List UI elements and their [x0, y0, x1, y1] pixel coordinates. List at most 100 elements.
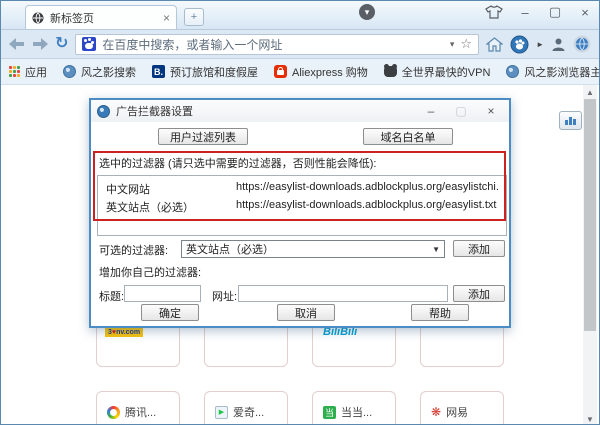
iqiyi-icon: ▶ [215, 405, 228, 419]
bookmark-fzy-search[interactable]: 风之影搜索 [63, 64, 136, 80]
speed-dial-tile[interactable] [204, 323, 288, 367]
bookmark-star-icon[interactable]: ☆ [460, 36, 472, 52]
bookmark-label: 应用 [25, 66, 47, 79]
bars-icon [565, 117, 576, 125]
forward-button[interactable] [32, 38, 48, 50]
address-bar[interactable]: 在百度中搜索，或者输入一个网址 ▾ ☆ [75, 33, 480, 55]
bookmark-homepage[interactable]: 风之影浏览器主页 [506, 64, 599, 80]
refresh-button[interactable]: ↻ [55, 36, 68, 52]
scrollbar-thumb[interactable] [584, 99, 596, 331]
url-input[interactable] [238, 285, 448, 302]
url-field-label: 网址: [212, 291, 238, 303]
add-filter-button[interactable]: 添加 [453, 240, 505, 257]
window-maximize-button[interactable]: ▢ [547, 4, 563, 20]
globe-icon [506, 65, 520, 78]
plus-icon: + [190, 11, 198, 23]
domain-whitelist-button[interactable]: 域名白名单 [363, 128, 453, 145]
bookmark-label: 风之影浏览器主页 [524, 66, 599, 79]
title-input[interactable] [124, 285, 201, 302]
theme-tshirt-icon[interactable] [485, 5, 503, 19]
bookmark-apps[interactable]: 应用 [9, 64, 47, 80]
address-placeholder-text: 在百度中搜索，或者输入一个网址 [102, 37, 283, 52]
filter-name: 英文站点（必选） [106, 202, 194, 214]
available-filters-dropdown[interactable]: 英文站点（必选） ▼ [181, 240, 445, 258]
speed-dial-tile[interactable]: BiliBili [312, 323, 396, 367]
tile-label: 网易 [446, 407, 469, 419]
dangdang-icon: 当 [323, 405, 336, 419]
apps-grid-icon [9, 66, 20, 77]
filter-name: 中文网站 [106, 184, 150, 196]
dropdown-selected-value: 英文站点（必选） [186, 244, 274, 256]
browser-logo-icon[interactable] [510, 35, 529, 54]
title-field-label: 标题: [99, 291, 125, 303]
browser-window: 新标签页 × + ▾ – ▢ × ↻ 在百度中搜索，或者输入一个网址 ▾ ☆ ►… [0, 0, 600, 425]
dialog-globe-icon [97, 104, 110, 118]
profile-button[interactable] [551, 37, 566, 52]
back-button[interactable] [9, 38, 25, 50]
bookmark-label: 全世界最快的VPN [401, 66, 491, 79]
tab-close-icon[interactable]: × [163, 11, 170, 25]
tile-label: 当当... [341, 407, 373, 419]
collapse-toolbar-icon[interactable]: ▾ [359, 4, 375, 20]
filter-row-chinese[interactable]: 中文网站 https://easylist-downloads.adblockp… [106, 181, 498, 196]
speed-dial-tile-dangdang[interactable]: 当 当当... [312, 391, 396, 424]
cancel-button[interactable]: 取消 [277, 304, 335, 321]
globe-icon [63, 65, 76, 78]
settings-globe-icon[interactable] [573, 35, 591, 53]
home-button[interactable] [486, 36, 504, 52]
new-tab-button[interactable]: + [184, 8, 204, 26]
window-close-button[interactable]: × [577, 5, 593, 20]
bookmarks-bar: 应用 风之影搜索 B. 预订旅馆和度假屋 Aliexpress 购物 全世界最快… [1, 59, 599, 85]
bookmark-label: 风之影搜索 [81, 66, 136, 79]
netease-icon: ❋ [431, 405, 442, 419]
navigation-toolbar: ↻ 在百度中搜索，或者输入一个网址 ▾ ☆ ► [1, 30, 599, 59]
tab-favicon-globe-icon [32, 12, 44, 23]
scroll-down-icon[interactable]: ▼ [583, 412, 597, 424]
ok-button[interactable]: 确定 [141, 304, 199, 321]
address-dropdown-icon[interactable]: ▾ [450, 39, 455, 50]
speed-dial-tile-netease[interactable]: ❋ 网易 [420, 391, 504, 424]
stats-helper-button[interactable] [559, 111, 582, 130]
window-minimize-button[interactable]: – [517, 5, 533, 20]
filter-row-english[interactable]: 英文站点（必选） https://easylist-downloads.adbl… [106, 199, 498, 214]
filter-url: https://easylist-downloads.adblockplus.o… [236, 181, 498, 193]
window-controls: ▾ – ▢ × [359, 4, 593, 20]
available-filters-label: 可选的过滤器: [99, 245, 169, 257]
user-filter-list-button[interactable]: 用户过滤列表 [158, 128, 248, 145]
dialog-minimize-button[interactable]: – [419, 104, 443, 118]
dialog-titlebar[interactable]: 广告拦截器设置 – ▢ × [91, 100, 509, 122]
dialog-maximize-button: ▢ [455, 104, 467, 118]
bookmark-label: 预订旅馆和度假屋 [170, 66, 258, 79]
page-scrollbar[interactable]: ▲ ▼ [583, 85, 597, 424]
adblocker-settings-dialog: 广告拦截器设置 – ▢ × 用户过滤列表 域名白名单 选中的过滤器 (请只选中需… [89, 98, 511, 328]
bookmark-label: Aliexpress 购物 [292, 66, 368, 79]
site-badge: 3♥nv.com [105, 328, 144, 337]
help-button[interactable]: 帮助 [411, 304, 469, 321]
add-custom-filter-button[interactable]: 添加 [453, 285, 505, 302]
speed-dial-tile-tencent[interactable]: 腾讯... [96, 391, 180, 424]
selected-filters-label: 选中的过滤器 (请只选中需要的过滤器，否则性能会降低): [99, 158, 377, 170]
tab-title: 新标签页 [50, 12, 94, 25]
tile-label: 爱奇... [233, 407, 265, 419]
bookmark-booking[interactable]: B. 预订旅馆和度假屋 [152, 64, 258, 80]
selected-filters-list[interactable]: 中文网站 https://easylist-downloads.adblockp… [97, 175, 507, 236]
dialog-title: 广告拦截器设置 [116, 106, 193, 118]
bookmark-aliexpress[interactable]: Aliexpress 购物 [274, 64, 368, 80]
baidu-search-icon [82, 37, 97, 51]
speed-dial-tile[interactable] [420, 323, 504, 367]
speed-dial-tile-iqiyi[interactable]: ▶ 爱奇... [204, 391, 288, 424]
dialog-close-button[interactable]: × [479, 104, 503, 118]
tab-new-tab-page[interactable]: 新标签页 × [25, 5, 177, 29]
filter-url: https://easylist-downloads.adblockplus.o… [236, 199, 497, 211]
speed-dial-tile[interactable]: 3♥nv.com [96, 323, 180, 367]
vpn-bear-icon [383, 64, 397, 77]
scroll-up-icon[interactable]: ▲ [583, 85, 597, 99]
toolbar-expand-icon[interactable]: ► [536, 40, 544, 49]
tile-label: 腾讯... [125, 407, 157, 419]
chevron-down-icon: ▼ [432, 244, 440, 254]
tencent-icon [107, 405, 120, 419]
booking-icon: B. [152, 65, 165, 78]
custom-filters-label: 增加你自己的过滤器: [99, 267, 202, 279]
aliexpress-bag-icon [274, 65, 287, 78]
bookmark-vpn[interactable]: 全世界最快的VPN [383, 64, 491, 80]
